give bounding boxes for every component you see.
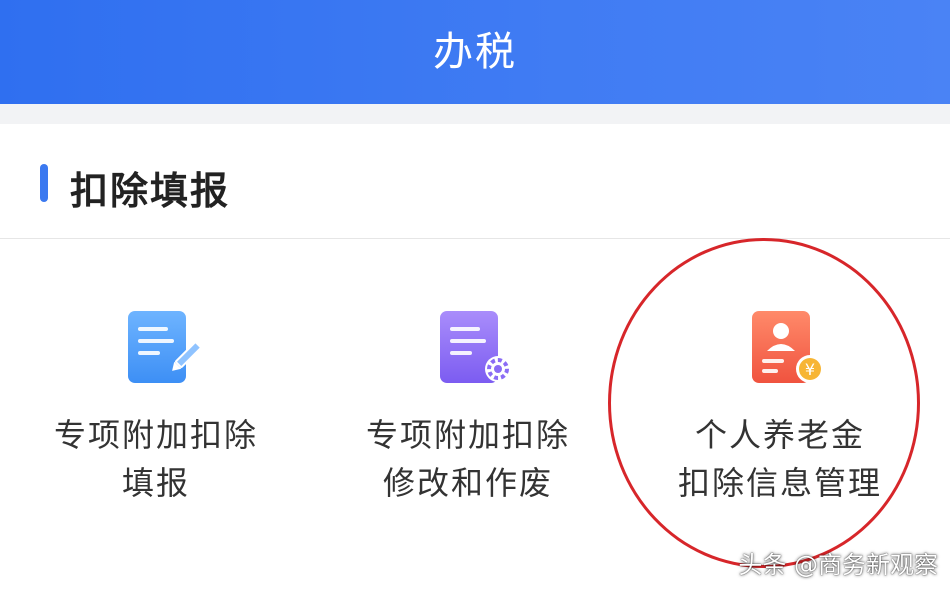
header-bar: 办税 <box>0 0 950 104</box>
service-label-line2: 填报 <box>121 464 190 502</box>
service-grid: 专项附加扣除 填报 专项附加扣除 修改和作废 ¥ 个人养老金 扣除信息管理 <box>0 239 950 594</box>
section-accent-bar <box>40 164 48 202</box>
document-edit-icon <box>128 311 202 383</box>
service-label-line2: 扣除信息管理 <box>677 464 882 502</box>
service-label-line1: 个人养老金 <box>694 416 865 454</box>
service-label-line1: 专项附加扣除 <box>365 416 570 454</box>
pension-profile-icon: ¥ <box>752 311 824 383</box>
service-label-line2: 修改和作废 <box>382 464 553 502</box>
document-settings-icon <box>440 311 511 383</box>
section-divider-gap <box>0 104 950 124</box>
section-header: 扣除填报 <box>0 124 950 239</box>
watermark: 头条 @商务新观察 <box>738 551 938 579</box>
section-title: 扣除填报 <box>70 169 231 213</box>
service-label-line1: 专项附加扣除 <box>53 416 258 454</box>
page-title: 办税 <box>433 29 517 75</box>
svg-text:¥: ¥ <box>805 360 815 379</box>
